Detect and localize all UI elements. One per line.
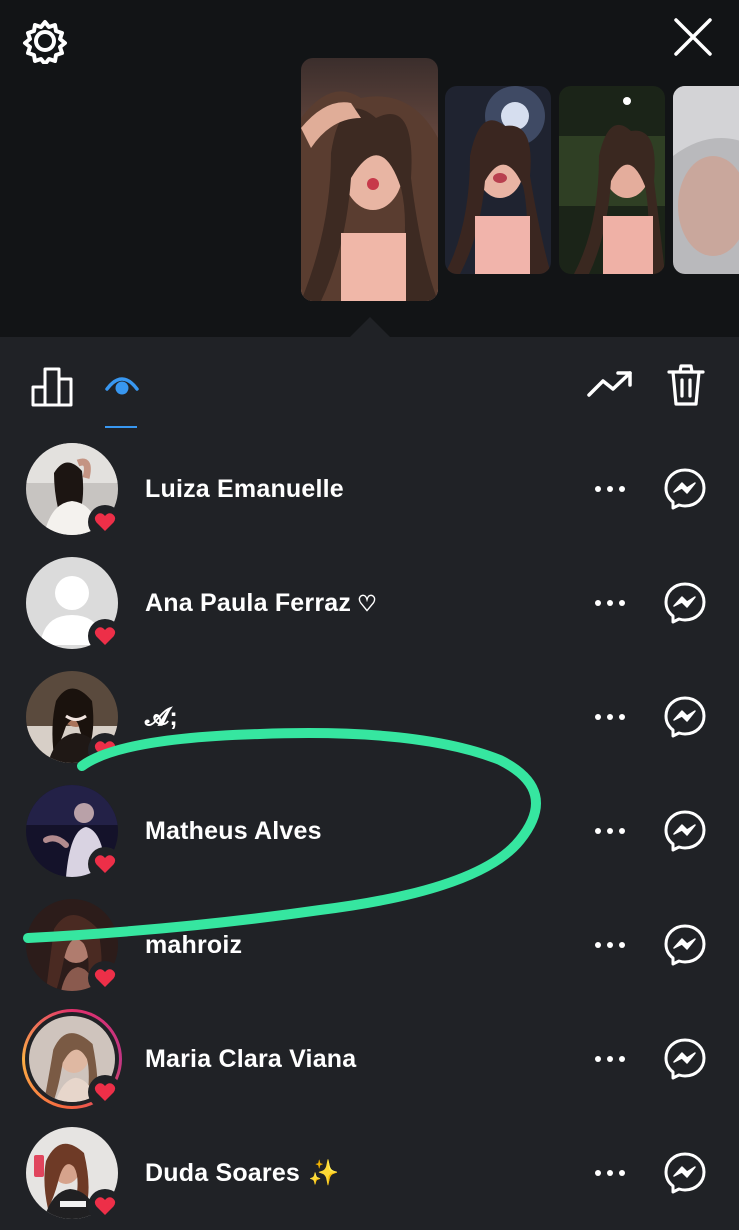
story-thumbnail-current[interactable] [301,58,438,301]
more-options-icon[interactable] [592,477,628,501]
trash-icon[interactable] [664,363,708,407]
insights-toolbar [0,337,739,437]
more-options-icon[interactable] [592,1047,628,1071]
trending-up-icon[interactable] [586,369,634,401]
viewer-name: 𝓐; [145,703,178,731]
story-thumbnail[interactable] [445,86,551,274]
viewer-name: Luiza Emanuelle [145,475,344,503]
more-options-icon[interactable] [592,591,628,615]
like-badge [88,847,122,881]
list-item[interactable]: 𝓐; [0,661,739,773]
list-item[interactable]: Duda Soares ✨ [0,1117,739,1229]
viewer-name: Maria Clara Viana [145,1045,357,1073]
like-badge [88,733,122,767]
eye-icon[interactable] [104,369,140,401]
more-options-icon[interactable] [592,705,628,729]
like-badge [88,505,122,539]
more-options-icon[interactable] [592,933,628,957]
name-suffix: ♡ [357,591,377,616]
selected-story-pointer [350,317,390,337]
list-item[interactable]: Matheus Alves [0,775,739,887]
avatar[interactable] [26,899,122,995]
more-options-icon[interactable] [592,819,628,843]
heart-icon [94,741,116,759]
avatar[interactable] [26,785,122,881]
like-badge [88,1189,122,1223]
like-badge [88,961,122,995]
messenger-icon[interactable] [663,695,707,739]
heart-icon [94,855,116,873]
settings-gear-icon[interactable] [22,18,68,66]
story-preview-header [0,0,739,337]
avatar[interactable] [26,557,122,653]
active-tab-indicator [105,426,137,428]
heart-icon [94,969,116,987]
avatar[interactable] [26,671,122,767]
messenger-icon[interactable] [663,581,707,625]
heart-icon [94,1197,116,1215]
story-thumbnail[interactable] [559,86,665,274]
more-options-icon[interactable] [592,1161,628,1185]
story-thumbnail[interactable] [673,86,739,274]
list-item[interactable]: Maria Clara Viana [0,1003,739,1115]
list-item[interactable]: Ana Paula Ferraz ♡ [0,547,739,659]
viewer-name: Ana Paula Ferraz ♡ [145,589,377,617]
messenger-icon[interactable] [663,467,707,511]
messenger-icon[interactable] [663,809,707,853]
viewer-name: Matheus Alves [145,817,322,845]
name-suffix: ✨ [308,1159,340,1187]
avatar[interactable] [26,443,122,539]
list-item[interactable]: Luiza Emanuelle [0,433,739,545]
like-badge [88,619,122,653]
messenger-icon[interactable] [663,1151,707,1195]
close-icon[interactable] [670,14,716,60]
viewer-name: Duda Soares ✨ [145,1159,340,1187]
viewer-name: mahroiz [145,931,243,959]
heart-icon [94,1083,116,1101]
like-badge [88,1075,122,1109]
list-item[interactable]: mahroiz [0,889,739,1001]
bar-chart-icon[interactable] [30,365,76,407]
messenger-icon[interactable] [663,1037,707,1081]
heart-icon [94,513,116,531]
messenger-icon[interactable] [663,923,707,967]
avatar[interactable] [26,1127,122,1223]
avatar[interactable] [22,1009,122,1109]
heart-icon [94,627,116,645]
